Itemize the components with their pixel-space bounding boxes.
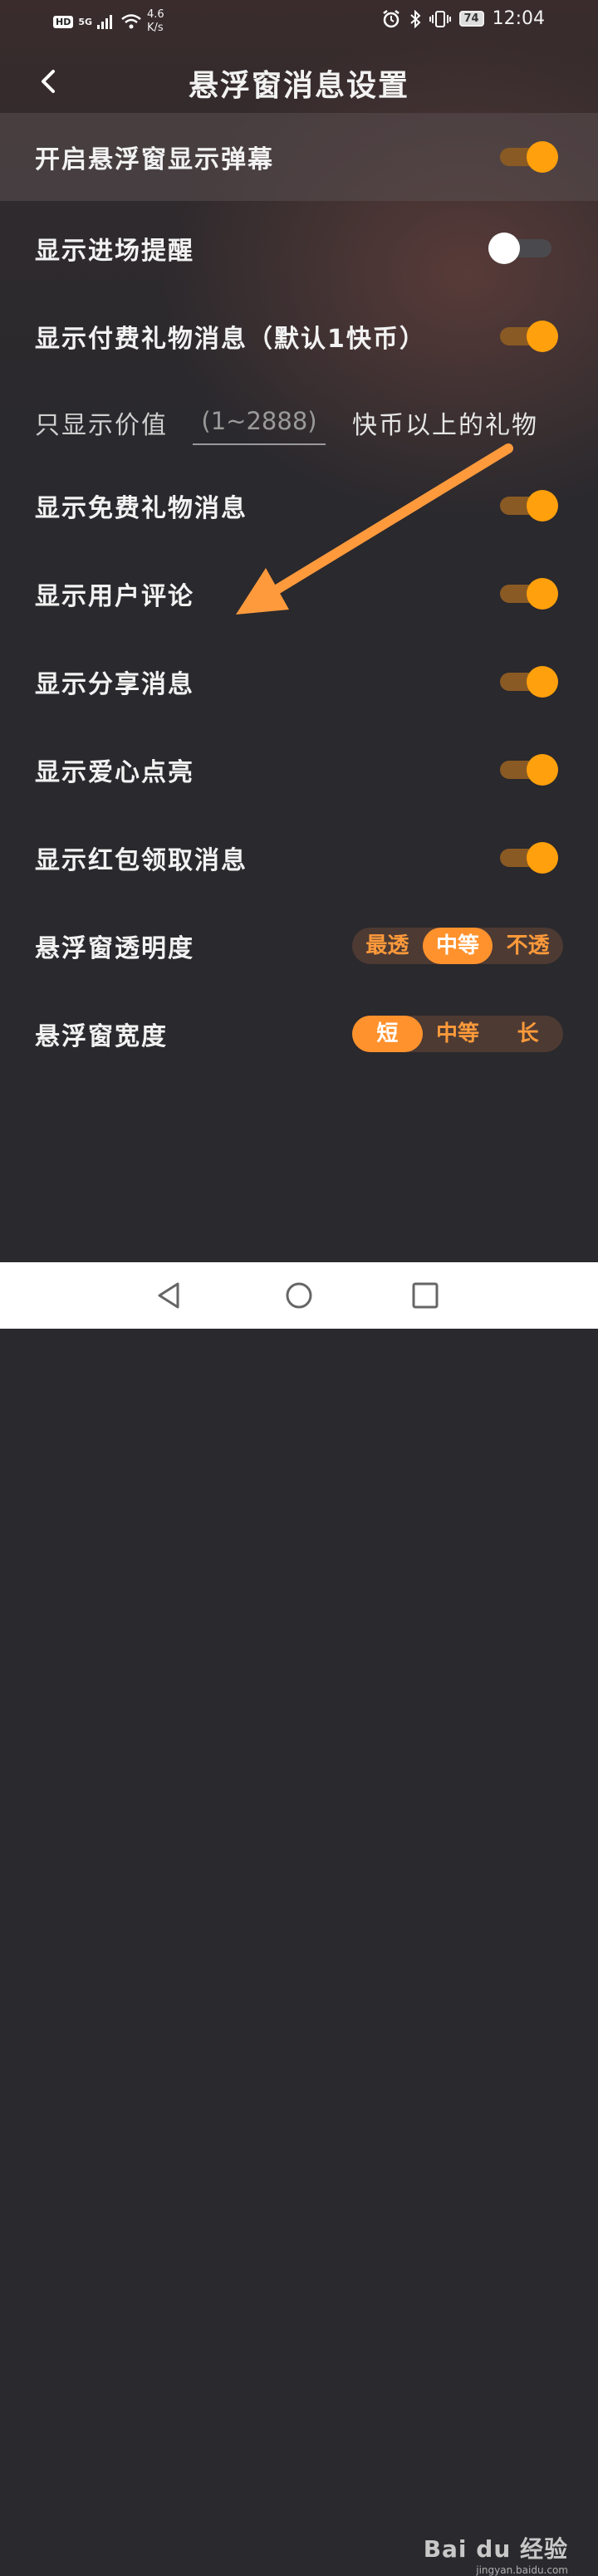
vibrate-icon [429,10,451,27]
header: 悬浮窗消息设置 [0,42,598,121]
entry-reminder-toggle[interactable] [488,233,551,264]
setting-row-entry-reminder[interactable]: 显示进场提醒 [0,204,598,292]
setting-row-user-comments[interactable]: 显示用户评论 [0,550,598,638]
speed-value: 4.6 [147,8,164,21]
nav-back-icon[interactable] [154,1281,184,1310]
setting-row-paid-gift[interactable]: 显示付费礼物消息（默认1快币） [0,292,598,380]
signal-icon [97,15,113,29]
clock: 12:04 [492,8,545,29]
watermark-brand: Bai du 经验 [423,2535,568,2563]
battery-indicator: 74 [458,11,484,27]
system-navigation-bar: Bai du 经验 jingyan.baidu.com [0,1262,598,2576]
opacity-option-opaque[interactable]: 不透 [493,928,563,964]
free-gift-toggle[interactable] [500,490,558,522]
threshold-suffix: 快币以上的礼物 [352,411,538,440]
width-segmented-control: 短 中等 长 [352,1016,563,1052]
nav-home-icon[interactable] [284,1281,314,1310]
watermark-url: jingyan.baidu.com [476,2564,568,2576]
status-bar: HD 5G 4.6 K/s 74 12:04 [0,0,598,42]
share-toggle[interactable] [500,666,558,698]
setting-label: 悬浮窗宽度 [35,1022,168,1051]
user-comments-toggle[interactable] [500,578,558,610]
speed-unit: K/s [147,22,164,34]
paid-gift-toggle[interactable] [500,321,558,352]
heart-toggle[interactable] [500,754,558,786]
bluetooth-icon [409,9,420,28]
opacity-option-most[interactable]: 最透 [352,928,423,964]
setting-label: 显示爱心点亮 [35,758,194,787]
setting-row-heart[interactable]: 显示爱心点亮 [0,726,598,814]
setting-row-opacity: 悬浮窗透明度 最透 中等 不透 [0,902,598,990]
wifi-icon [121,14,141,29]
nav-recents-icon[interactable] [410,1281,440,1310]
setting-label: 开启悬浮窗显示弹幕 [35,145,274,174]
alarm-icon [382,9,399,27]
setting-label: 显示进场提醒 [35,237,194,266]
network-speed: 4.6 K/s [147,8,164,35]
gift-threshold-row: 只显示价值 (1~2888) 快币以上的礼物 [0,379,598,467]
setting-row-danmaku[interactable]: 开启悬浮窗显示弹幕 [0,113,598,201]
red-packet-toggle[interactable] [500,842,558,874]
opacity-option-medium[interactable]: 中等 [422,928,493,964]
width-option-medium[interactable]: 中等 [423,1016,493,1052]
opacity-segmented-control: 最透 中等 不透 [352,928,563,964]
setting-label: 显示分享消息 [35,670,194,699]
width-option-short[interactable]: 短 [352,1016,423,1052]
setting-row-width: 悬浮窗宽度 短 中等 长 [0,990,598,1078]
setting-row-share[interactable]: 显示分享消息 [0,638,598,726]
setting-row-red-packet[interactable]: 显示红包领取消息 [0,814,598,902]
watermark: Bai du 经验 jingyan.baidu.com [424,2531,568,2576]
setting-label: 显示付费礼物消息（默认1快币） [35,325,426,354]
danmaku-toggle[interactable] [500,141,558,173]
width-option-long[interactable]: 长 [493,1016,563,1052]
setting-label: 显示红包领取消息 [35,846,248,875]
setting-label: 显示用户评论 [35,582,194,611]
hd-icon: HD [53,15,74,28]
network-type: 5G [78,16,93,27]
setting-label: 悬浮窗透明度 [35,934,194,963]
threshold-prefix: 只显示价值 [35,411,168,440]
setting-label: 显示免费礼物消息 [35,494,248,523]
threshold-input[interactable]: (1~2888) [193,397,326,445]
page-title: 悬浮窗消息设置 [188,69,409,103]
setting-row-free-gift[interactable]: 显示免费礼物消息 [0,462,598,550]
